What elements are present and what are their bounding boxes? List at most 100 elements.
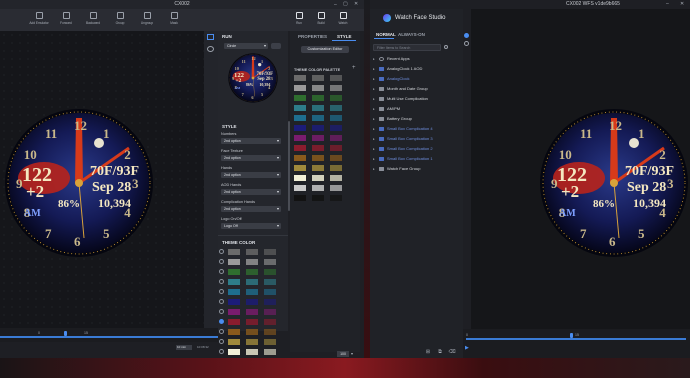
toolbar-button-2[interactable]: Backward (84, 9, 102, 25)
toolbar-button-0[interactable]: Add Emulator (29, 9, 49, 25)
close-button[interactable]: ✕ (354, 1, 358, 7)
theme-radio[interactable] (219, 279, 224, 284)
palette-swatch[interactable] (312, 145, 324, 151)
layer-search-input[interactable]: Filter Items to Search (373, 44, 441, 51)
palette-swatch[interactable] (294, 135, 306, 141)
layer-item[interactable]: ▸ Watch Face Group (373, 165, 420, 173)
theme-radio[interactable] (219, 339, 224, 344)
palette-swatch[interactable] (294, 175, 306, 181)
layer-item[interactable]: ▸ Battery Group (373, 115, 412, 123)
add-palette-icon[interactable]: + (352, 65, 356, 71)
style-field-select[interactable]: 2nd option (221, 189, 281, 195)
timeline-playhead[interactable] (64, 331, 67, 336)
layer-item[interactable]: ▸ Small Box Complication 3 (373, 135, 433, 143)
palette-swatch[interactable] (312, 75, 324, 81)
toolbar-right-button-2[interactable]: Watch (336, 12, 350, 25)
zoom-percent-field[interactable]: 100 (337, 351, 349, 357)
style-field-select[interactable]: 2nd option (221, 138, 281, 144)
tab-properties[interactable]: PROPERTIES (298, 34, 327, 39)
theme-radio[interactable] (219, 309, 224, 314)
delete-layer-icon[interactable]: ⌫ (448, 349, 456, 356)
settings-icon[interactable] (207, 46, 214, 52)
palette-swatch[interactable] (330, 95, 342, 101)
maximize-button[interactable]: ▢ (343, 1, 348, 7)
right-close-button[interactable]: ✕ (680, 1, 684, 7)
timeline-zoom-select[interactable]: 10 min (176, 345, 192, 350)
theme-radio[interactable] (219, 249, 224, 254)
palette-swatch[interactable] (312, 175, 324, 181)
palette-swatch[interactable] (312, 95, 324, 101)
tab-style[interactable]: STYLE (337, 34, 352, 39)
toolbar-button-4[interactable]: Ungroup (138, 9, 156, 25)
zoom-dropdown-icon[interactable]: ▾ (351, 351, 353, 356)
palette-swatch[interactable] (330, 185, 342, 191)
layer-item[interactable]: ▸ Small Box Complication 2 (373, 145, 433, 153)
palette-swatch[interactable] (330, 155, 342, 161)
palette-swatch[interactable] (294, 155, 306, 161)
layer-item[interactable]: ▸ Multi Use Complication (373, 95, 428, 103)
palette-swatch[interactable] (312, 135, 324, 141)
palette-swatch[interactable] (330, 85, 342, 91)
palette-swatch[interactable] (294, 95, 306, 101)
palette-swatch[interactable] (312, 115, 324, 121)
layer-item[interactable]: ▸ Month and Date Group (373, 85, 428, 93)
toolbar-button-5[interactable]: Mask (165, 9, 183, 25)
palette-swatch[interactable] (294, 195, 306, 201)
palette-swatch[interactable] (330, 145, 342, 151)
palette-swatch[interactable] (312, 195, 324, 201)
style-field-select[interactable]: 2nd option (221, 206, 281, 212)
palette-swatch[interactable] (330, 115, 342, 121)
tab-normal[interactable]: NORMAL (376, 32, 396, 37)
theme-radio[interactable] (219, 299, 224, 304)
palette-swatch[interactable] (330, 165, 342, 171)
layout-icon[interactable] (207, 34, 214, 40)
theme-radio[interactable] (219, 349, 224, 354)
palette-swatch[interactable] (330, 125, 342, 131)
palette-swatch[interactable] (312, 105, 324, 111)
palette-swatch[interactable] (294, 85, 306, 91)
style-field-select[interactable]: Logo Off (221, 223, 281, 229)
info-icon[interactable] (464, 33, 469, 38)
theme-radio[interactable] (219, 289, 224, 294)
theme-radio[interactable] (219, 319, 224, 324)
style-field-select[interactable]: 2nd option (221, 172, 281, 178)
toolbar-right-button-1[interactable]: Build (314, 12, 328, 25)
right-minimize-button[interactable]: – (666, 1, 669, 7)
layer-item[interactable]: ▸ AM/PM (373, 105, 400, 113)
palette-swatch[interactable] (294, 105, 306, 111)
shape-options-button[interactable] (271, 43, 281, 49)
palette-swatch[interactable] (294, 115, 306, 121)
palette-swatch[interactable] (330, 135, 342, 141)
palette-swatch[interactable] (294, 75, 306, 81)
palette-swatch[interactable] (294, 125, 306, 131)
palette-swatch[interactable] (294, 145, 306, 151)
palette-swatch[interactable] (312, 85, 324, 91)
layer-item[interactable]: ▸ AnalogClock 1 AOD (373, 65, 422, 73)
right-timeline-playhead[interactable] (570, 333, 573, 338)
palette-swatch[interactable] (330, 175, 342, 181)
toolbar-button-1[interactable]: Forward (57, 9, 75, 25)
palette-swatch[interactable] (294, 165, 306, 171)
palette-swatch[interactable] (330, 105, 342, 111)
layer-item[interactable]: ▸ AnalogClock (373, 75, 409, 83)
right-timeline-track[interactable] (466, 338, 686, 340)
toolbar-right-button-0[interactable]: Run (292, 12, 306, 25)
copy-layer-icon[interactable]: ⧉ (436, 349, 444, 356)
palette-swatch[interactable] (312, 165, 324, 171)
palette-swatch[interactable] (330, 75, 342, 81)
toolbar-button-3[interactable]: Group (111, 9, 129, 25)
palette-swatch[interactable] (312, 155, 324, 161)
layer-item[interactable]: ▸ Small Box Complication 1 (373, 155, 433, 163)
palette-swatch[interactable] (294, 185, 306, 191)
settings-small-icon[interactable] (464, 41, 469, 46)
add-layer-icon[interactable]: ⊞ (424, 349, 432, 356)
palette-swatch[interactable] (312, 125, 324, 131)
palette-swatch[interactable] (312, 185, 324, 191)
minimize-button[interactable]: – (334, 2, 337, 8)
search-icon[interactable] (444, 45, 448, 49)
palette-swatch[interactable] (330, 195, 342, 201)
play-button[interactable]: ▶ (465, 345, 469, 351)
layer-item[interactable]: ▸ Small Box Complication 4 (373, 125, 433, 133)
layer-item[interactable]: ▸ Recent Apps (373, 55, 410, 63)
tab-always-on[interactable]: ALWAYS-ON (398, 32, 425, 37)
